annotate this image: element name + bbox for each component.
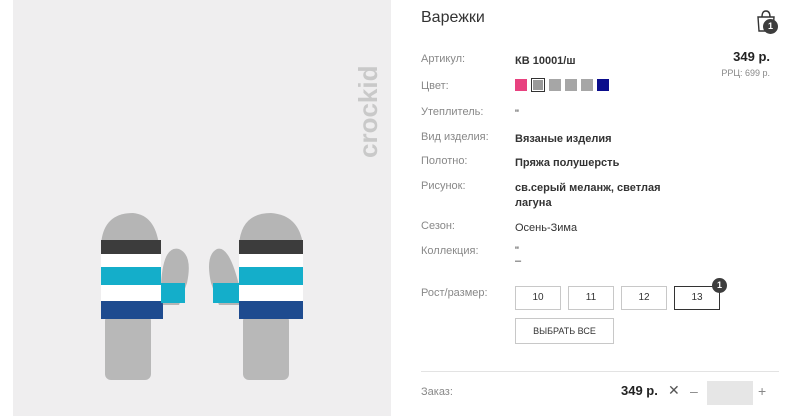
size-label: Рост/размер: [421,287,488,299]
color-swatch-grey[interactable] [565,79,577,91]
attribute-label: Коллекция: [421,245,479,257]
attribute-value: Вязаные изделия [515,133,612,145]
quantity-decrease-button[interactable]: – [690,383,698,399]
color-swatch-grey[interactable] [581,79,593,91]
product-price: 349 р. [733,49,770,64]
attribute-label: Вид изделия: [421,131,489,143]
attribute-label: Утеплитель: [421,106,484,118]
color-swatch-navy[interactable] [597,79,609,91]
size-option-12[interactable]: 12 [621,286,667,310]
attribute-value-line1: св.серый меланж, светлая [515,182,661,194]
attribute-value-line2: лагуна [515,197,552,209]
right-mitten [209,213,303,380]
product-image-panel: crockid [13,0,391,416]
order-label: Заказ: [421,386,453,398]
color-swatch-grey[interactable] [549,79,561,91]
attribute-label: Рисунок: [421,180,466,192]
color-swatch-grey-selected[interactable] [531,78,545,92]
order-divider [421,371,779,372]
attribute-value-line2: – [515,255,522,267]
quantity-input[interactable] [707,381,753,405]
left-mitten [101,213,189,380]
brand-logo-text: crockid [353,66,383,159]
product-photo-mittens [101,213,303,380]
cart-count-badge: 1 [763,19,778,34]
size-option-10[interactable]: 10 [515,286,561,310]
attribute-label: Цвет: [421,80,449,92]
size-selected-count-badge: 1 [712,278,727,293]
attribute-label: Полотно: [421,155,468,167]
attribute-value: КВ 10001/ш [515,55,576,67]
attribute-label: Артикул: [421,53,466,65]
attribute-label: Сезон: [421,220,455,232]
recommended-retail-price: РРЦ: 699 р. [721,68,770,78]
color-swatches [515,78,609,92]
brand-logo: crockid [353,66,383,159]
close-icon[interactable]: ✕ [668,382,680,399]
quantity-increase-button[interactable]: + [758,383,766,399]
order-price: 349 р. [621,383,658,398]
select-all-sizes-button[interactable]: ВЫБРАТЬ ВСЕ [515,318,614,344]
product-title: Варежки [421,9,485,26]
attribute-value: Осень-Зима [515,222,578,234]
color-swatch-pink[interactable] [515,79,527,91]
attribute-value: Пряжа полушерсть [515,157,620,169]
size-option-11[interactable]: 11 [568,286,614,310]
attribute-value: " [515,108,519,120]
